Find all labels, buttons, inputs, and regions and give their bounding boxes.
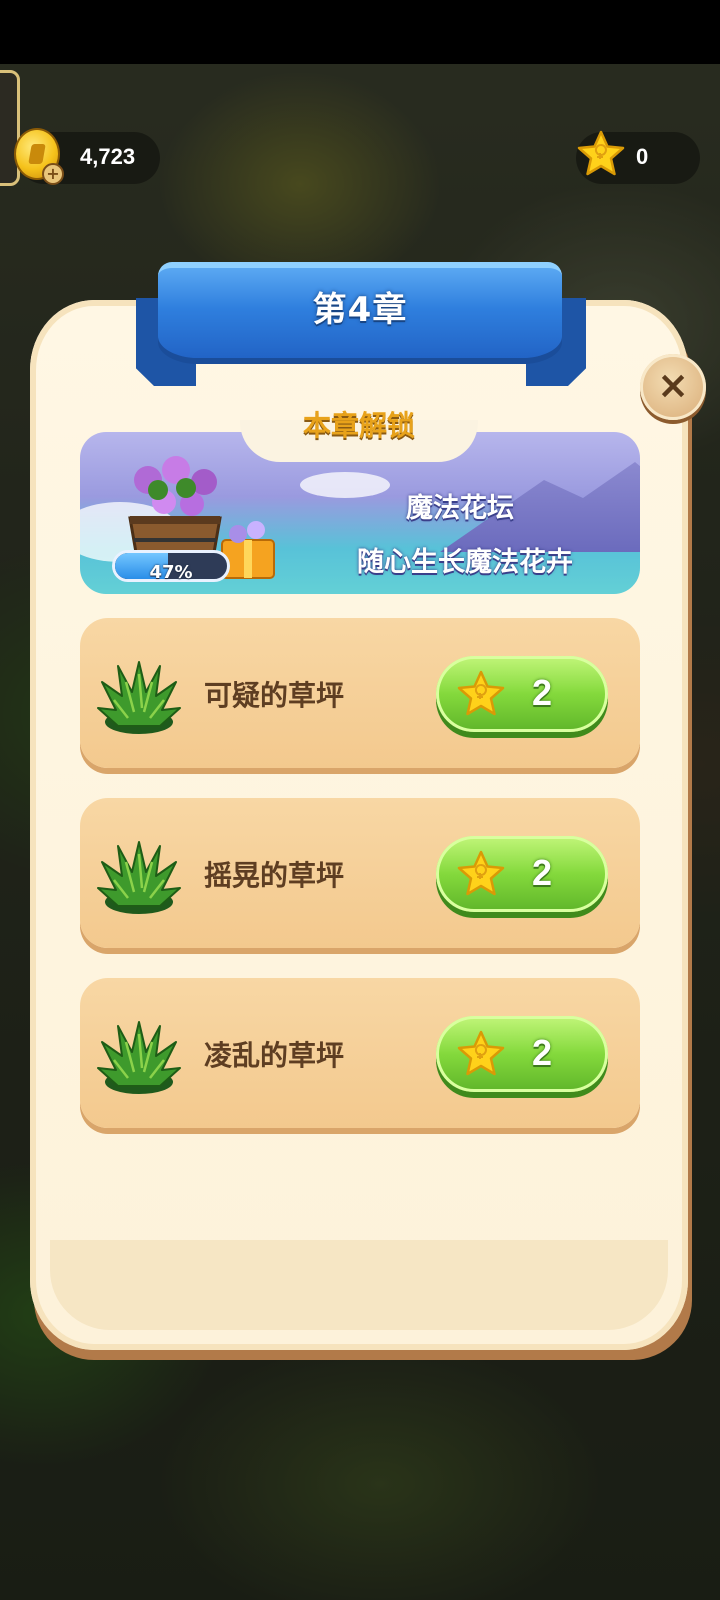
- task-row: 摇晃的草坪 2: [80, 798, 640, 948]
- task-label: 凌乱的草坪: [204, 1039, 345, 1072]
- task-label: 摇晃的草坪: [204, 859, 345, 892]
- task-label: 可疑的草坪: [204, 679, 345, 712]
- unlock-task-button[interactable]: 2: [436, 656, 608, 732]
- grass-bush-icon: [96, 652, 182, 736]
- chapter-title: 第4章: [312, 290, 408, 330]
- star-icon: [456, 1028, 506, 1080]
- star-amount: 0: [636, 144, 649, 169]
- close-icon: ×: [657, 363, 689, 407]
- reward-description: 随心生长魔法花卉: [357, 547, 573, 578]
- star-cost: 2: [532, 672, 553, 713]
- add-coins-button[interactable]: +: [42, 163, 64, 185]
- star-icon: [456, 848, 506, 900]
- grass-bush-icon: [96, 832, 182, 916]
- star-icon: [576, 126, 626, 182]
- unlock-task-button[interactable]: 2: [436, 836, 608, 912]
- unlock-task-button[interactable]: 2: [436, 1016, 608, 1092]
- unlock-title: 本章解锁: [302, 409, 415, 442]
- panel-footer: [50, 1240, 668, 1330]
- grass-bush-icon: [96, 1012, 182, 1096]
- star-cost: 2: [532, 1032, 553, 1073]
- progress-label: 47%: [149, 562, 193, 583]
- coin-amount: 4,723: [80, 144, 136, 169]
- status-bar: [0, 0, 720, 64]
- task-row: 凌乱的草坪 2: [80, 978, 640, 1128]
- reward-name: 魔法花坛: [406, 493, 514, 524]
- close-button[interactable]: ×: [640, 354, 706, 420]
- star-cost: 2: [532, 852, 553, 893]
- star-icon: [456, 668, 506, 720]
- task-row: 可疑的草坪 2: [80, 618, 640, 768]
